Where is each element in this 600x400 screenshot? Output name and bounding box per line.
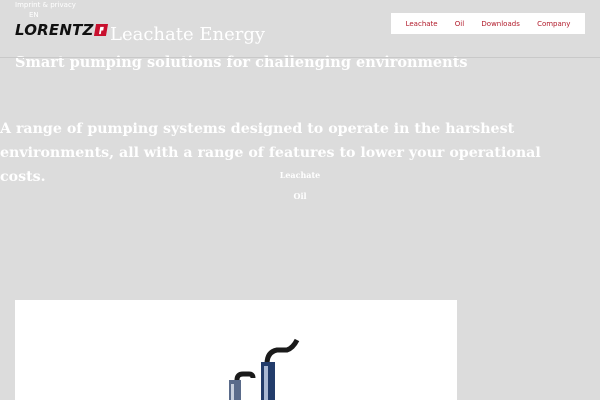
- header-divider: [0, 57, 600, 58]
- imprint-privacy-link[interactable]: Imprint & privacy: [15, 1, 76, 9]
- nav-item-leachate[interactable]: Leachate: [406, 20, 438, 28]
- top-utility-links[interactable]: Imprint & privacy EN: [15, 0, 76, 20]
- main-nav: Leachate Oil Downloads Company: [391, 13, 585, 34]
- pump-product-image: [229, 338, 300, 400]
- lorentz-logo[interactable]: LORENTZ: [15, 21, 108, 39]
- nav-item-downloads[interactable]: Downloads: [481, 20, 519, 28]
- nav-item-oil[interactable]: Oil: [455, 20, 464, 28]
- link-leachate[interactable]: Leachate: [0, 170, 600, 180]
- logo-wordmark: LORENTZ: [15, 21, 94, 39]
- product-image-panel: [15, 300, 457, 400]
- nav-item-company[interactable]: Company: [537, 20, 570, 28]
- hero-title: Leachate Energy: [110, 24, 266, 45]
- link-oil[interactable]: Oil: [0, 191, 600, 201]
- logo-mark-icon: [93, 24, 108, 36]
- language-link[interactable]: EN: [15, 10, 76, 20]
